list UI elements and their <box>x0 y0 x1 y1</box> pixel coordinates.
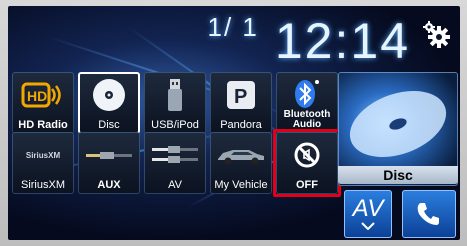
gear-icon[interactable] <box>422 20 452 50</box>
current-source-panel[interactable]: Disc <box>338 72 458 186</box>
source-aux[interactable]: AUX <box>78 132 140 194</box>
car-icon <box>210 136 272 174</box>
source-label: Disc <box>98 119 120 131</box>
source-bluetooth-audio[interactable]: Bluetooth Audio <box>276 72 338 134</box>
av-button-label: AV <box>352 195 384 222</box>
phone-button[interactable] <box>402 190 456 238</box>
clock[interactable]: 1/ 1 12:14 <box>208 12 411 70</box>
source-pandora[interactable]: P Pandora <box>210 72 272 134</box>
clock-time: 12:14 <box>274 13 410 69</box>
source-hd-radio[interactable]: HD HD Radio <box>12 72 74 134</box>
hd-radio-icon: HD <box>12 76 74 114</box>
source-siriusxm[interactable]: SiriusXM SiriusXM <box>12 132 74 194</box>
highlight-frame <box>273 129 341 197</box>
source-my-vehicle[interactable]: My Vehicle <box>210 132 272 194</box>
source-label: My Vehicle <box>214 179 268 191</box>
head-unit-screen: 1/ 1 12:14 HD HD Radio Disc USB/iPod P P… <box>8 6 460 240</box>
disc-icon <box>78 76 140 114</box>
aux-cable-icon <box>78 136 140 174</box>
source-usb-ipod[interactable]: USB/iPod <box>144 72 206 134</box>
svg-text:P: P <box>234 86 247 108</box>
source-label: HD Radio <box>18 119 68 131</box>
clock-date: 1/ 1 <box>207 12 259 42</box>
siriusxm-badge: SiriusXM <box>25 150 61 160</box>
source-label: AUX <box>97 179 121 191</box>
siriusxm-icon: SiriusXM <box>12 136 74 174</box>
source-label: USB/iPod <box>151 119 199 131</box>
usb-icon <box>144 76 206 114</box>
pandora-icon: P <box>210 76 272 114</box>
source-label: AV <box>168 179 182 191</box>
phone-icon <box>417 203 439 225</box>
disc-artwork-icon <box>349 91 447 157</box>
av-button[interactable]: AV <box>344 190 392 238</box>
source-label: Bluetooth Audio <box>283 109 331 130</box>
source-label: Pandora <box>220 119 262 131</box>
current-source-label: Disc <box>338 166 458 184</box>
av-cable-icon <box>144 136 206 174</box>
source-disc[interactable]: Disc <box>78 72 140 134</box>
source-label: SiriusXM <box>20 179 65 191</box>
bluetooth-icon <box>276 74 338 112</box>
source-av[interactable]: AV <box>144 132 206 194</box>
svg-text:HD: HD <box>27 88 47 104</box>
